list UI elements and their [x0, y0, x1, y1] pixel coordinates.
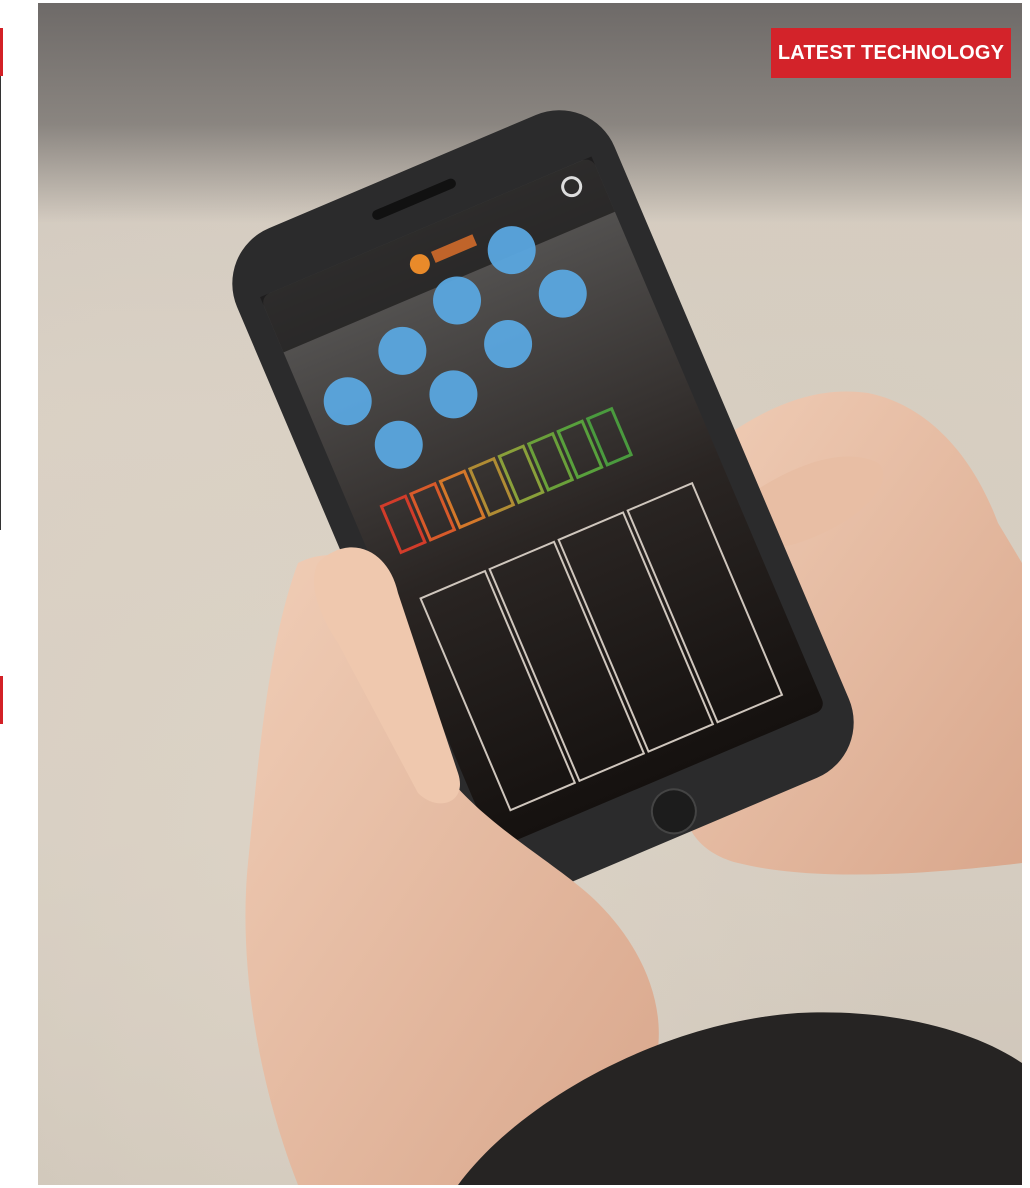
left-divider-line	[0, 76, 1, 530]
left-accent-bar-bottom	[0, 676, 3, 724]
phone-scene	[232, 110, 1022, 1185]
badge-label: LATEST TECHNOLOGY	[777, 41, 1005, 64]
latest-technology-badge: LATEST TECHNOLOGY	[771, 28, 1011, 78]
product-photo: LATEST TECHNOLOGY	[38, 3, 1022, 1185]
left-accent-bar-top	[0, 28, 3, 76]
